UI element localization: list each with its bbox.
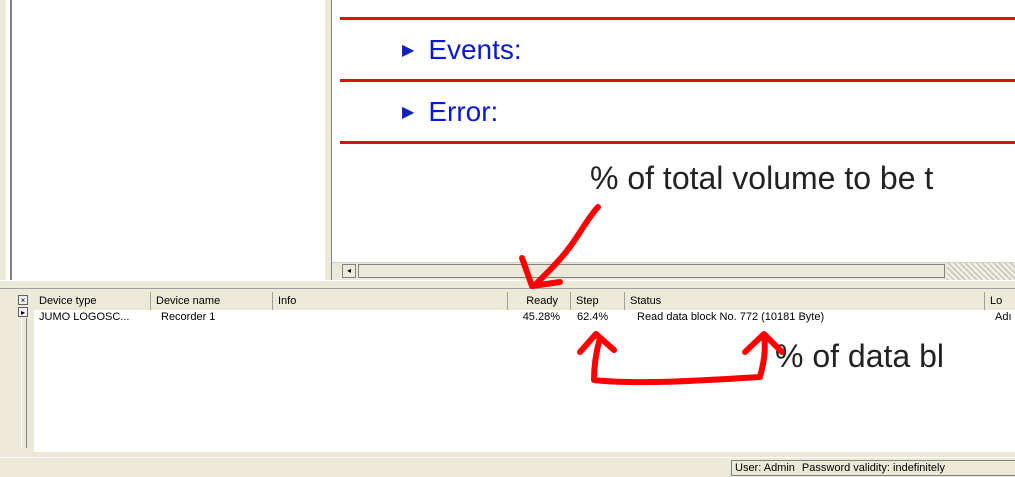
arrow-step-status [591, 333, 768, 386]
arrow-to-ready [533, 204, 601, 287]
annotation-arrows [519, 204, 785, 386]
